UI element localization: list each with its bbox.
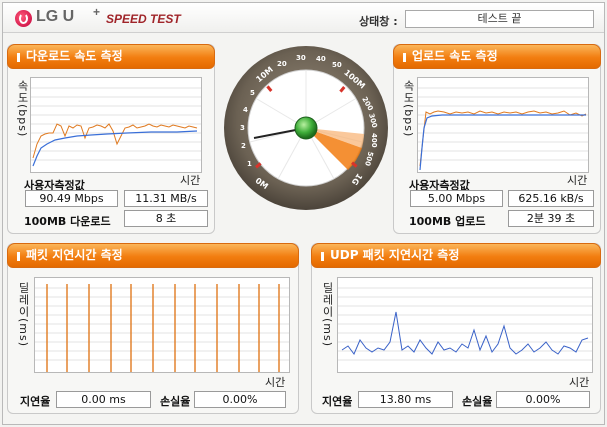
- packet-title: 패킷 지연시간 측정: [26, 248, 123, 262]
- title-marker-icon: [321, 252, 324, 261]
- product-title: SPEED TEST: [106, 12, 181, 26]
- gauge-tick-2: 2: [241, 142, 246, 150]
- udp-ylabel: 딜레이(ms): [321, 282, 334, 348]
- upload-panel-title: 업로드 속도 측정: [393, 44, 601, 69]
- upload-ylabel: 속도(bps): [402, 80, 415, 138]
- udp-title: UDP 패킷 지연시간 측정: [330, 248, 460, 262]
- upload-100mb-label: 100MB 업로드: [409, 215, 486, 228]
- gauge-tick-1: 1: [247, 160, 252, 168]
- gauge-tick-40: 40: [316, 55, 326, 63]
- packet-delay-field: 0.00 ms: [56, 391, 151, 408]
- upload-chart-svg: [418, 87, 588, 171]
- download-xlabel: 시간: [180, 174, 201, 187]
- upload-measure-line: [419, 110, 587, 167]
- download-100mb-label: 100MB 다운로드: [24, 215, 111, 228]
- packet-ylabel: 딜레이(ms): [17, 282, 30, 348]
- udp-delay-field: 13.80 ms: [358, 391, 453, 408]
- gauge-tick-3: 3: [240, 124, 245, 132]
- header-bar: LG U + SPEED TEST 상태창 : 테스트 끝: [3, 3, 604, 33]
- title-marker-icon: [17, 53, 20, 62]
- gauge-tick-4: 4: [243, 106, 248, 114]
- packet-chart-svg: [35, 284, 289, 372]
- speed-gauge: 0M 1 2 3 4 5 10M 20 30 40 50 100M 200 30…: [224, 46, 388, 210]
- download-measure-line: [32, 123, 198, 159]
- packet-loss-field: 0.00%: [194, 391, 286, 408]
- download-panel-title: 다운로드 속도 측정: [7, 44, 215, 69]
- udp-chart: [337, 277, 593, 373]
- gauge-tick-20: 20: [277, 60, 287, 68]
- title-marker-icon: [17, 252, 20, 261]
- udp-panel-title: UDP 패킷 지연시간 측정: [311, 243, 601, 268]
- download-100mb-field: 8 초: [124, 210, 208, 227]
- packet-panel-title: 패킷 지연시간 측정: [7, 243, 299, 268]
- download-mbps-field: 90.49 Mbps: [25, 190, 118, 207]
- upload-mbps-field: 5.00 Mbps: [410, 190, 503, 207]
- brand-name: LG U: [36, 8, 75, 25]
- download-ylabel: 속도(bps): [16, 80, 29, 138]
- download-title: 다운로드 속도 측정: [26, 49, 123, 63]
- brand-plus: +: [93, 5, 101, 19]
- upload-100mb-field: 2분 39 초: [508, 210, 594, 227]
- upload-chart: [417, 77, 589, 173]
- upload-kbs-field: 625.16 kB/s: [508, 190, 594, 207]
- title-marker-icon: [403, 53, 406, 62]
- udp-delay-label: 지연율: [322, 395, 353, 408]
- gauge-tick-50: 50: [332, 61, 342, 69]
- upload-xlabel: 시간: [567, 174, 588, 187]
- upload-title: 업로드 속도 측정: [412, 49, 498, 63]
- gauge-tick-5: 5: [250, 89, 255, 97]
- udp-chart-svg: [338, 287, 592, 361]
- packet-xlabel: 시간: [265, 376, 286, 389]
- status-field: 테스트 끝: [405, 10, 594, 28]
- packet-delay-label: 지연율: [20, 395, 51, 408]
- udp-xlabel: 시간: [569, 376, 590, 389]
- packet-chart: [34, 277, 290, 373]
- gauge-knob: [294, 116, 318, 140]
- udp-loss-field: 0.00%: [496, 391, 590, 408]
- gauge-tick-400: 400: [370, 133, 378, 148]
- download-chart-svg: [31, 87, 201, 167]
- udp-loss-label: 손실율: [462, 395, 493, 408]
- gauge-tick-30: 30: [296, 54, 306, 62]
- lg-logo-icon: [15, 10, 32, 27]
- status-label: 상태창 :: [359, 15, 398, 28]
- packet-loss-label: 손실율: [160, 395, 191, 408]
- download-mbs-field: 11.31 MB/s: [124, 190, 208, 207]
- download-chart: [30, 77, 202, 173]
